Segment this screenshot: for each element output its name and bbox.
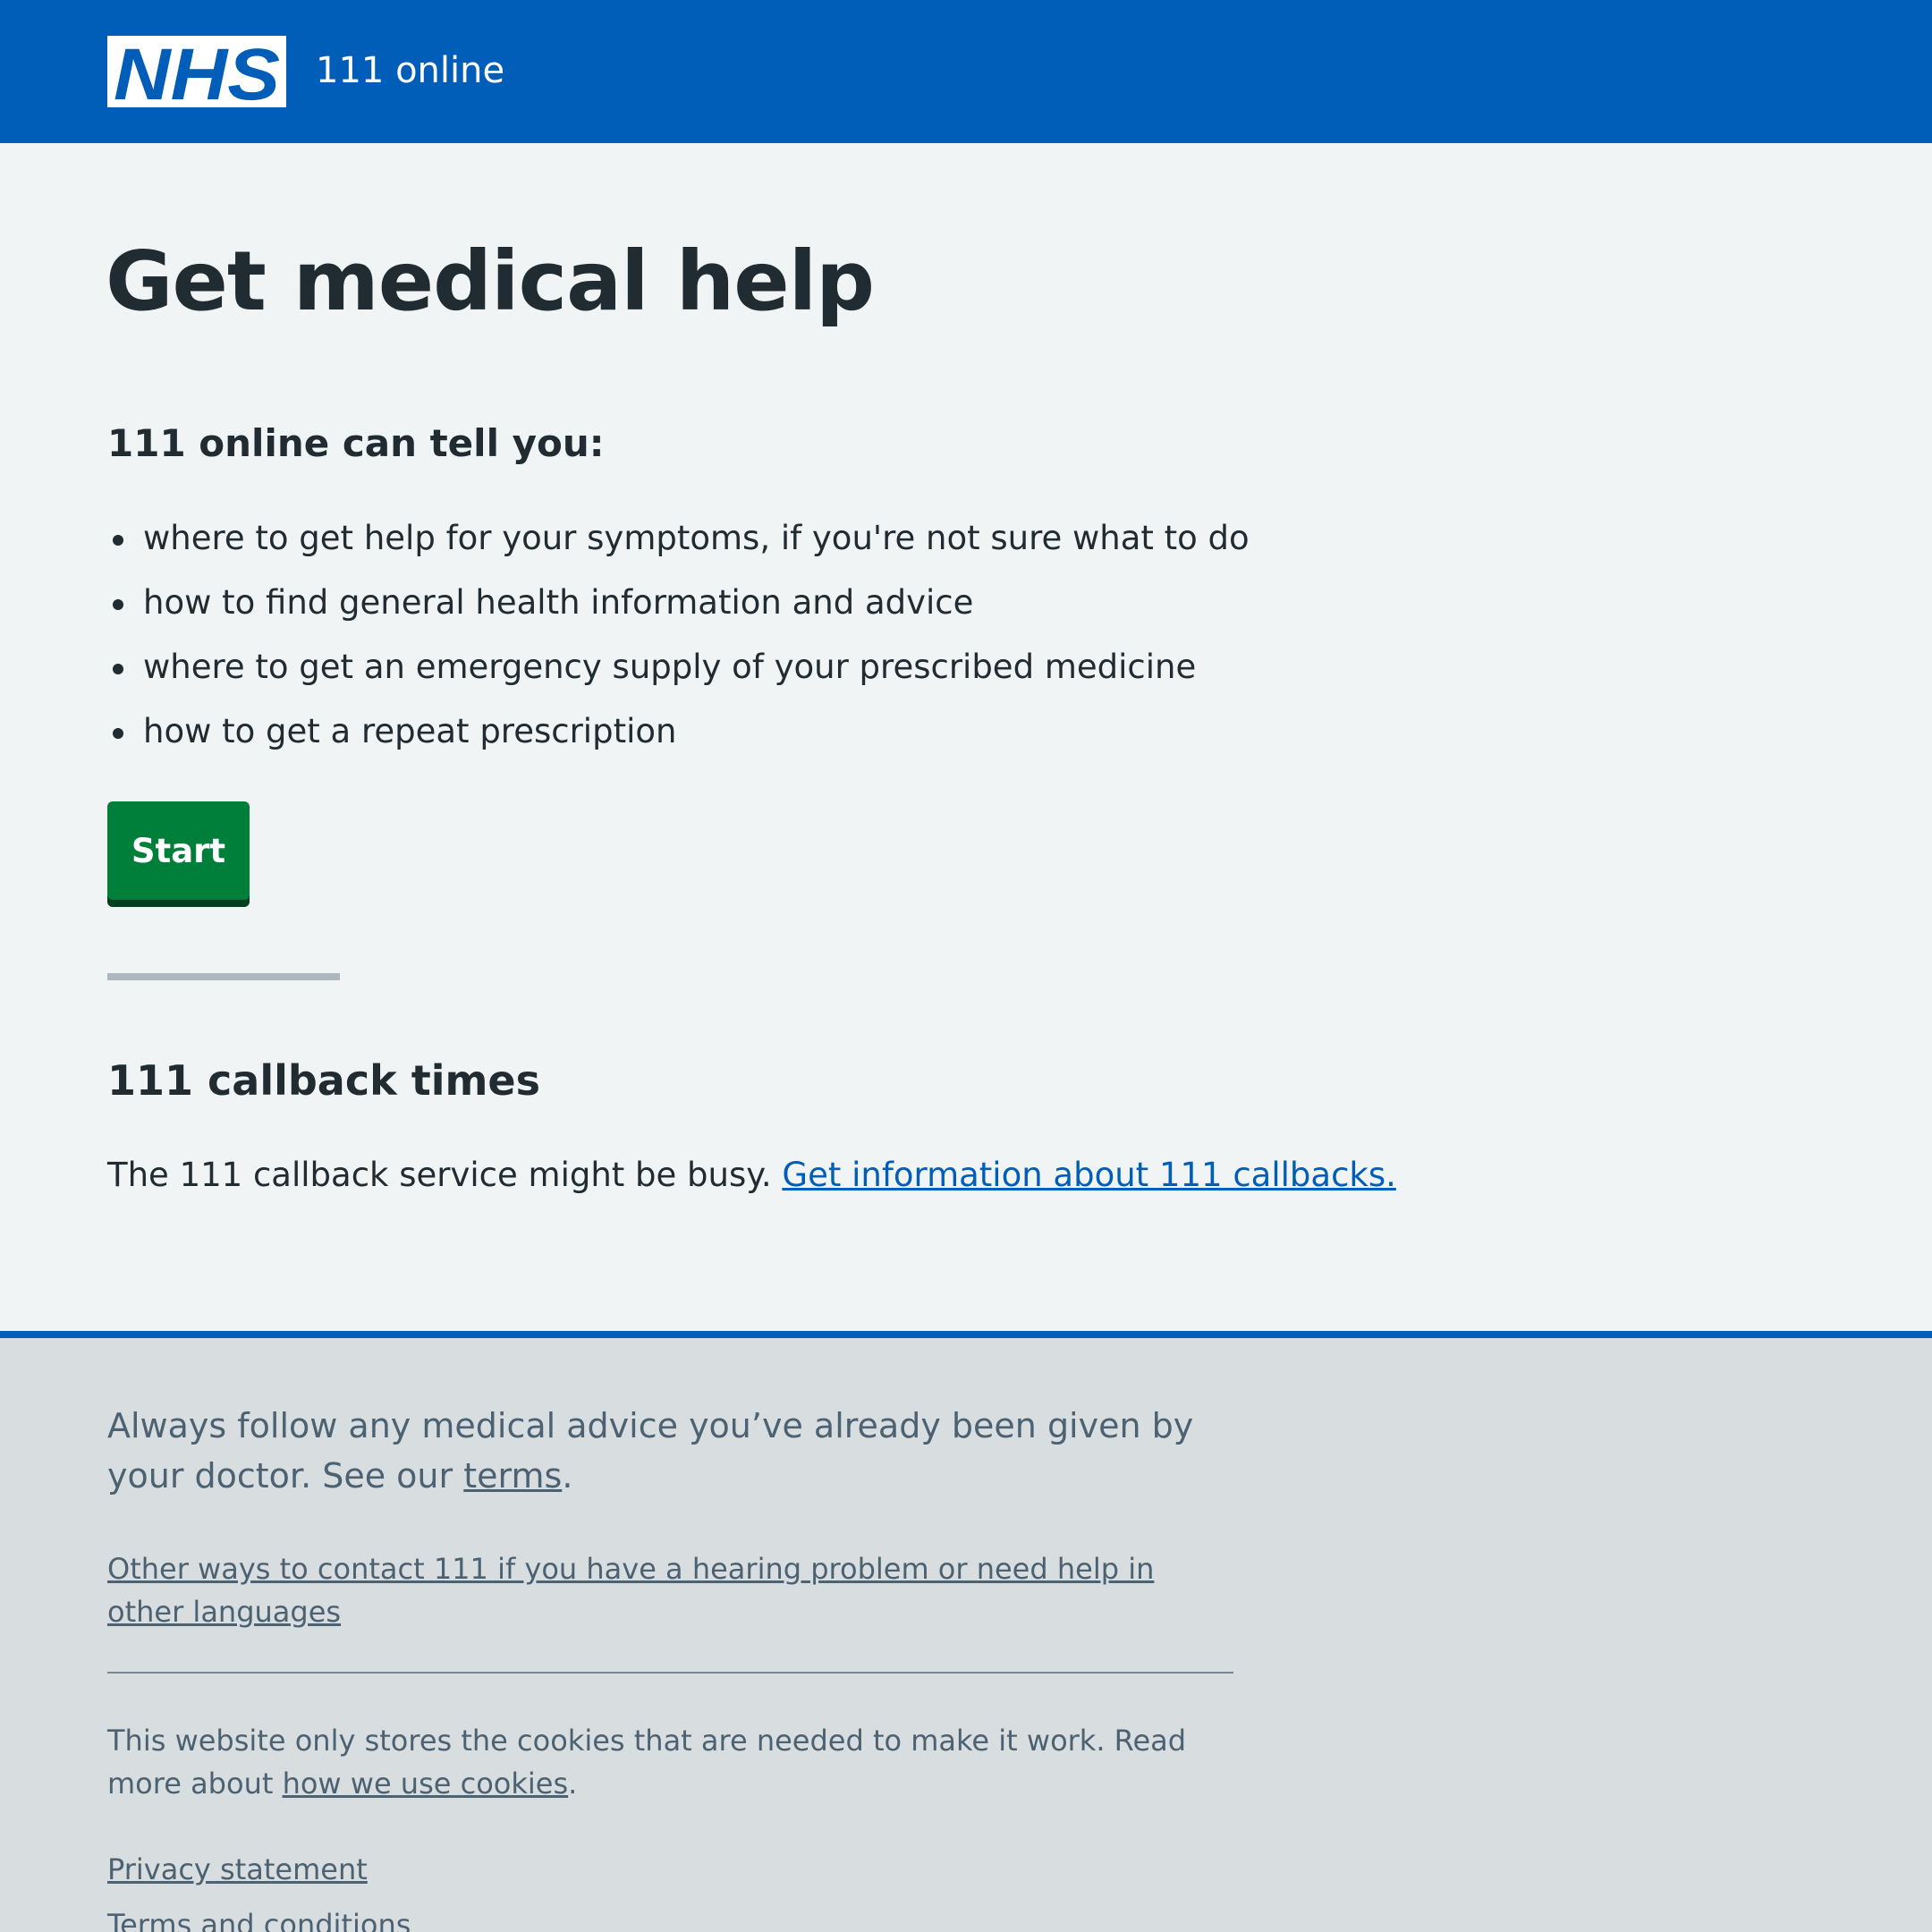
site-footer: Always follow any medical advice you’ve …	[0, 1331, 1932, 1932]
advice-end: .	[562, 1456, 573, 1496]
cookies-link[interactable]: how we use cookies	[283, 1767, 569, 1801]
callback-info-link[interactable]: Get information about 111 callbacks.	[782, 1156, 1395, 1194]
page-title: Get medical help	[106, 233, 875, 329]
callback-text: The 111 callback service might be busy.	[107, 1156, 772, 1194]
other-ways-to-contact-link[interactable]: Other ways to contact 111 if you have a …	[107, 1547, 1234, 1633]
service-name-link[interactable]: 111 online	[316, 48, 504, 93]
list-item: where to get help for your symptoms, if …	[107, 513, 1250, 578]
medical-advice-notice: Always follow any medical advice you’ve …	[107, 1401, 1234, 1501]
callback-paragraph: The 111 callback service might be busy. …	[107, 1150, 1396, 1200]
advice-text: Always follow any medical advice you’ve …	[107, 1406, 1194, 1496]
main-content: Get medical help 111 online can tell you…	[0, 143, 1932, 1331]
list-item: how to get a repeat prescription	[107, 707, 1250, 771]
list-item-text: how to get a repeat prescription	[143, 712, 677, 750]
cookies-text: This website only stores the cookies tha…	[107, 1724, 1187, 1801]
list-item-text: where to get help for your symptoms, if …	[143, 519, 1250, 557]
bullet-dot-icon	[113, 664, 123, 674]
terms-link[interactable]: terms	[463, 1456, 562, 1496]
cookies-end: .	[568, 1767, 578, 1801]
list-item: how to find general health information a…	[107, 578, 1250, 642]
section-divider	[107, 973, 340, 980]
cookies-notice: This website only stores the cookies tha…	[107, 1719, 1234, 1805]
list-item: where to get an emergency supply of your…	[107, 642, 1250, 707]
lead-heading: 111 online can tell you:	[107, 421, 605, 465]
bullet-dot-icon	[113, 728, 123, 739]
logo-text: NHS	[114, 36, 280, 107]
footer-divider	[107, 1672, 1233, 1674]
site-header: NHS 111 online	[0, 0, 1932, 143]
list-item-text: how to find general health information a…	[143, 583, 974, 622]
start-button[interactable]: Start	[107, 801, 250, 900]
privacy-statement-link[interactable]: Privacy statement	[107, 1848, 368, 1891]
nhs-logo-icon[interactable]: NHS	[107, 36, 286, 107]
terms-and-conditions-link[interactable]: Terms and conditions	[107, 1903, 411, 1932]
feature-list: where to get help for your symptoms, if …	[107, 513, 1250, 771]
callback-heading: 111 callback times	[107, 1056, 540, 1105]
bullet-dot-icon	[113, 535, 123, 546]
list-item-text: where to get an emergency supply of your…	[143, 648, 1197, 686]
bullet-dot-icon	[113, 599, 123, 610]
